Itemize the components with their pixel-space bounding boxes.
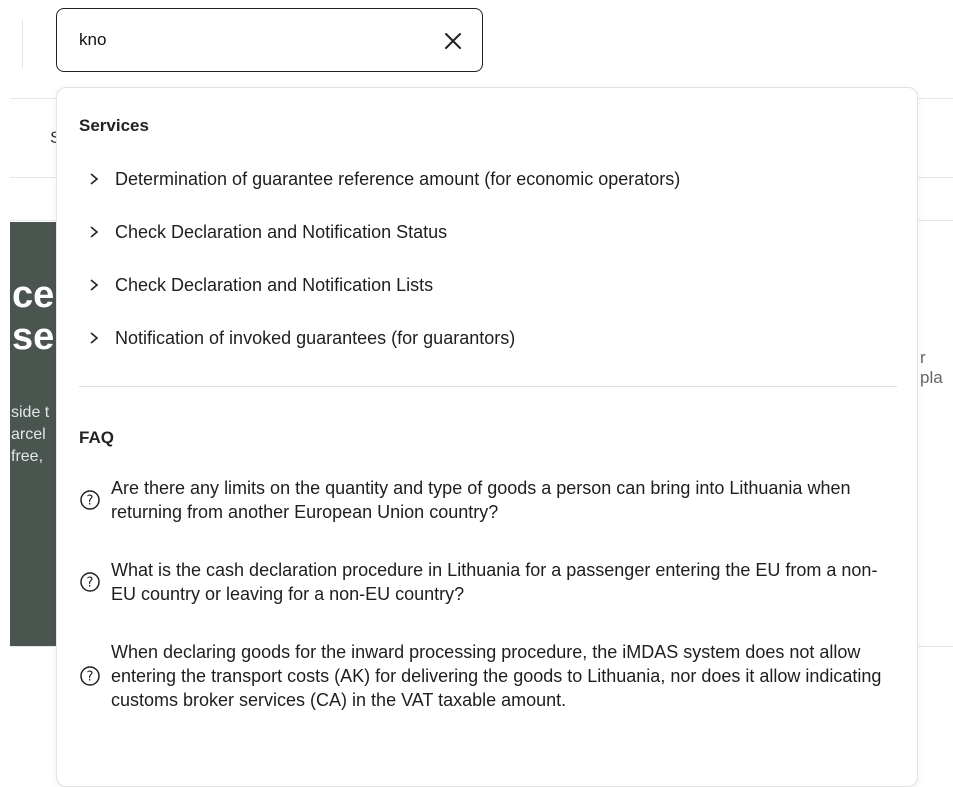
search-input[interactable] (79, 25, 419, 55)
services-heading: Services (79, 116, 149, 135)
service-item[interactable]: Notification of invoked guarantees (for … (87, 323, 515, 353)
chevron-right-icon (90, 279, 99, 291)
hero-text-line-1: side t (11, 404, 50, 421)
service-item-label: Notification of invoked guarantees (for … (115, 327, 516, 348)
question-circle-icon: ? (80, 490, 100, 510)
service-item[interactable]: Check Declaration and Notification Statu… (87, 217, 447, 247)
chevron-right-icon (90, 332, 99, 344)
service-item-label: Check Declaration and Notification Lists (115, 274, 434, 295)
service-item-label: Determination of guarantee reference amo… (115, 168, 681, 189)
background-right-text: r pla (920, 348, 943, 387)
faq-question: When declaring goods for the inward proc… (111, 642, 882, 710)
faq-question: Are there any limits on the quantity and… (111, 478, 851, 522)
service-item[interactable]: Determination of guarantee reference amo… (87, 164, 680, 194)
svg-text:?: ? (87, 576, 94, 591)
faq-item[interactable]: ? What is the cash declaration procedure… (79, 558, 897, 606)
svg-text:?: ? (87, 670, 94, 685)
hero-text-line-2: arcel (11, 426, 46, 443)
search-box[interactable] (56, 8, 483, 72)
section-divider (79, 386, 897, 387)
faq-item[interactable]: ? When declaring goods for the inward pr… (79, 640, 897, 712)
header-divider (22, 20, 23, 68)
faq-heading: FAQ (79, 428, 114, 447)
faq-question: What is the cash declaration procedure i… (111, 560, 878, 604)
service-item[interactable]: Check Declaration and Notification Lists (87, 270, 433, 300)
question-circle-icon: ? (80, 572, 100, 592)
service-item-label: Check Declaration and Notification Statu… (115, 221, 448, 242)
hero-text-line-3: free, (11, 448, 44, 465)
svg-text:?: ? (87, 494, 94, 509)
hero-title-line-1: ce (12, 274, 55, 316)
close-icon[interactable] (441, 29, 465, 53)
chevron-right-icon (90, 173, 99, 185)
search-suggestions-dropdown: Services Determination of guarantee refe… (56, 87, 918, 787)
chevron-right-icon (90, 226, 99, 238)
question-circle-icon: ? (80, 666, 100, 686)
faq-item[interactable]: ? Are there any limits on the quantity a… (79, 476, 897, 524)
